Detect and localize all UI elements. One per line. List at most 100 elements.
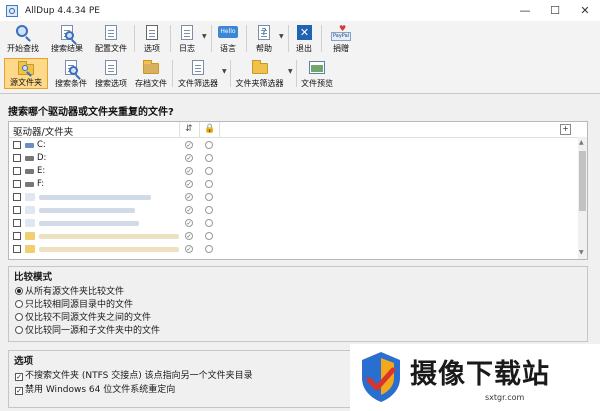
list-item[interactable]: ✓: [9, 230, 579, 243]
subfolders-check[interactable]: ✓: [185, 167, 193, 175]
subfolders-check[interactable]: ✓: [185, 154, 193, 162]
list-scrollbar[interactable]: ▲ ▼: [578, 137, 587, 259]
checkbox[interactable]: ✓: [15, 373, 23, 381]
drive-icon: [25, 169, 34, 174]
protect-radio[interactable]: [205, 180, 213, 188]
column-header-name[interactable]: 驱动器/文件夹: [13, 124, 73, 138]
option-skip-junctions[interactable]: ✓ 不搜索文件夹 (NTFS 交接点) 该点指向另一个文件夹目录: [15, 368, 253, 381]
donate-button[interactable]: ♥ PayPal 捐赠: [326, 23, 356, 54]
language-button[interactable]: Hello 语言: [214, 23, 242, 54]
help-icon: ?: [254, 24, 274, 41]
drive-checkbox[interactable]: [13, 167, 21, 175]
settings-toolbar: 源文件夹 搜索条件 搜索选项 存档文件 文件筛选器 ▼ 文件夹筛选器 ▼ 文件预…: [0, 56, 600, 94]
option-disable-redirection[interactable]: ✓ 禁用 Windows 64 位文件系统重定向: [15, 382, 175, 395]
folder-filter-icon: [250, 59, 270, 76]
close-button[interactable]: ✕: [570, 0, 600, 21]
list-item[interactable]: ✓: [9, 217, 579, 230]
subfolders-check[interactable]: ✓: [185, 206, 193, 214]
protect-radio[interactable]: [205, 245, 213, 253]
drive-folder-list[interactable]: 驱动器/文件夹 ⇵ 🔒 + C: ✓ D: ✓ E: ✓ F: ✓ ✓ ✓ ✓ …: [8, 121, 588, 260]
exit-icon: ✕: [294, 24, 314, 41]
lock-column-icon[interactable]: 🔒: [204, 124, 215, 134]
list-item[interactable]: C: ✓: [9, 139, 579, 152]
list-item[interactable]: ✓: [9, 204, 579, 217]
exit-button[interactable]: ✕ 退出: [291, 23, 317, 54]
blurred-folder-path: [39, 221, 139, 226]
folder-checkbox[interactable]: [13, 219, 21, 227]
protect-radio[interactable]: [205, 141, 213, 149]
folder-checkbox[interactable]: [13, 232, 21, 240]
protect-radio[interactable]: [205, 193, 213, 201]
scroll-up-icon[interactable]: ▲: [579, 139, 584, 146]
scroll-thumb[interactable]: [579, 151, 586, 211]
list-item[interactable]: ✓: [9, 191, 579, 204]
file-filter-icon: [188, 59, 208, 76]
minimize-button[interactable]: —: [510, 0, 540, 21]
folder-filter-tab[interactable]: 文件夹筛选器: [232, 58, 287, 89]
subfolders-column-icon[interactable]: ⇵: [185, 124, 193, 134]
compare-option-all[interactable]: 从所有源文件夹比较文件: [15, 284, 124, 297]
window-title: AllDup 4.4.34 PE: [25, 5, 100, 16]
file-filter-dropdown-icon[interactable]: ▼: [222, 68, 227, 75]
file-filter-tab[interactable]: 文件筛选器: [175, 58, 221, 89]
watermark: 摄像下载站 sxtgr.com: [350, 344, 600, 411]
compare-option-same-source-subfolders[interactable]: 仅比较同一源和子文件夹中的文件: [15, 323, 160, 336]
list-item[interactable]: D: ✓: [9, 152, 579, 165]
drive-checkbox[interactable]: [13, 154, 21, 162]
folder-checkbox[interactable]: [13, 245, 21, 253]
archive-icon: [141, 59, 161, 76]
radio-button[interactable]: [15, 287, 23, 295]
drive-icon: [25, 182, 34, 187]
add-folder-button[interactable]: +: [560, 124, 571, 135]
protect-radio[interactable]: [205, 206, 213, 214]
help-dropdown-icon[interactable]: ▼: [279, 33, 284, 40]
log-button[interactable]: 日志: [173, 23, 201, 54]
folder-icon: [25, 245, 35, 253]
compare-option-different-sources[interactable]: 仅比较不同源文件夹之间的文件: [15, 310, 151, 323]
radio-button[interactable]: [15, 326, 23, 334]
maximize-button[interactable]: ☐: [540, 0, 570, 21]
list-item[interactable]: E: ✓: [9, 165, 579, 178]
profile-button[interactable]: 配置文件: [92, 23, 130, 54]
search-options-tab[interactable]: 搜索选项: [92, 58, 130, 89]
start-search-button[interactable]: 开始查找: [4, 23, 42, 54]
compare-option-same-source[interactable]: 只比较相同源目录中的文件: [15, 297, 133, 310]
source-folder-tab[interactable]: 源文件夹: [4, 58, 48, 89]
system-drive-icon: [25, 143, 34, 148]
search-criteria-tab[interactable]: 搜索条件: [52, 58, 90, 89]
source-folder-icon: [16, 60, 36, 75]
folder-checkbox[interactable]: [13, 206, 21, 214]
language-icon: Hello: [218, 24, 238, 41]
subfolders-check[interactable]: ✓: [185, 180, 193, 188]
radio-button[interactable]: [15, 300, 23, 308]
radio-button[interactable]: [15, 313, 23, 321]
file-preview-tab[interactable]: 文件预览: [298, 58, 336, 89]
archive-tab[interactable]: 存档文件: [132, 58, 170, 89]
protect-radio[interactable]: [205, 219, 213, 227]
drive-checkbox[interactable]: [13, 180, 21, 188]
subfolders-check[interactable]: ✓: [185, 193, 193, 201]
folder-icon: [25, 219, 35, 227]
help-button[interactable]: ? 帮助: [250, 23, 278, 54]
protect-radio[interactable]: [205, 154, 213, 162]
folder-checkbox[interactable]: [13, 193, 21, 201]
drive-checkbox[interactable]: [13, 141, 21, 149]
search-results-button[interactable]: 搜索结果: [47, 23, 87, 54]
subfolders-check[interactable]: ✓: [185, 219, 193, 227]
options-button[interactable]: 选项: [138, 23, 166, 54]
protect-radio[interactable]: [205, 232, 213, 240]
log-dropdown-icon[interactable]: ▼: [202, 33, 207, 40]
protect-radio[interactable]: [205, 167, 213, 175]
list-item[interactable]: ✓: [9, 243, 579, 256]
checkbox[interactable]: ✓: [15, 387, 23, 395]
compare-mode-title: 比较模式: [14, 272, 53, 283]
subfolders-check[interactable]: ✓: [185, 141, 193, 149]
subfolders-check[interactable]: ✓: [185, 232, 193, 240]
list-item[interactable]: F: ✓: [9, 178, 579, 191]
page-title: 搜索哪个驱动器或文件夹重复的文件?: [8, 107, 174, 118]
folder-filter-dropdown-icon[interactable]: ▼: [288, 68, 293, 75]
subfolders-check[interactable]: ✓: [185, 245, 193, 253]
folder-icon: [25, 206, 35, 214]
folder-icon: [25, 193, 35, 201]
scroll-down-icon[interactable]: ▼: [579, 249, 584, 256]
